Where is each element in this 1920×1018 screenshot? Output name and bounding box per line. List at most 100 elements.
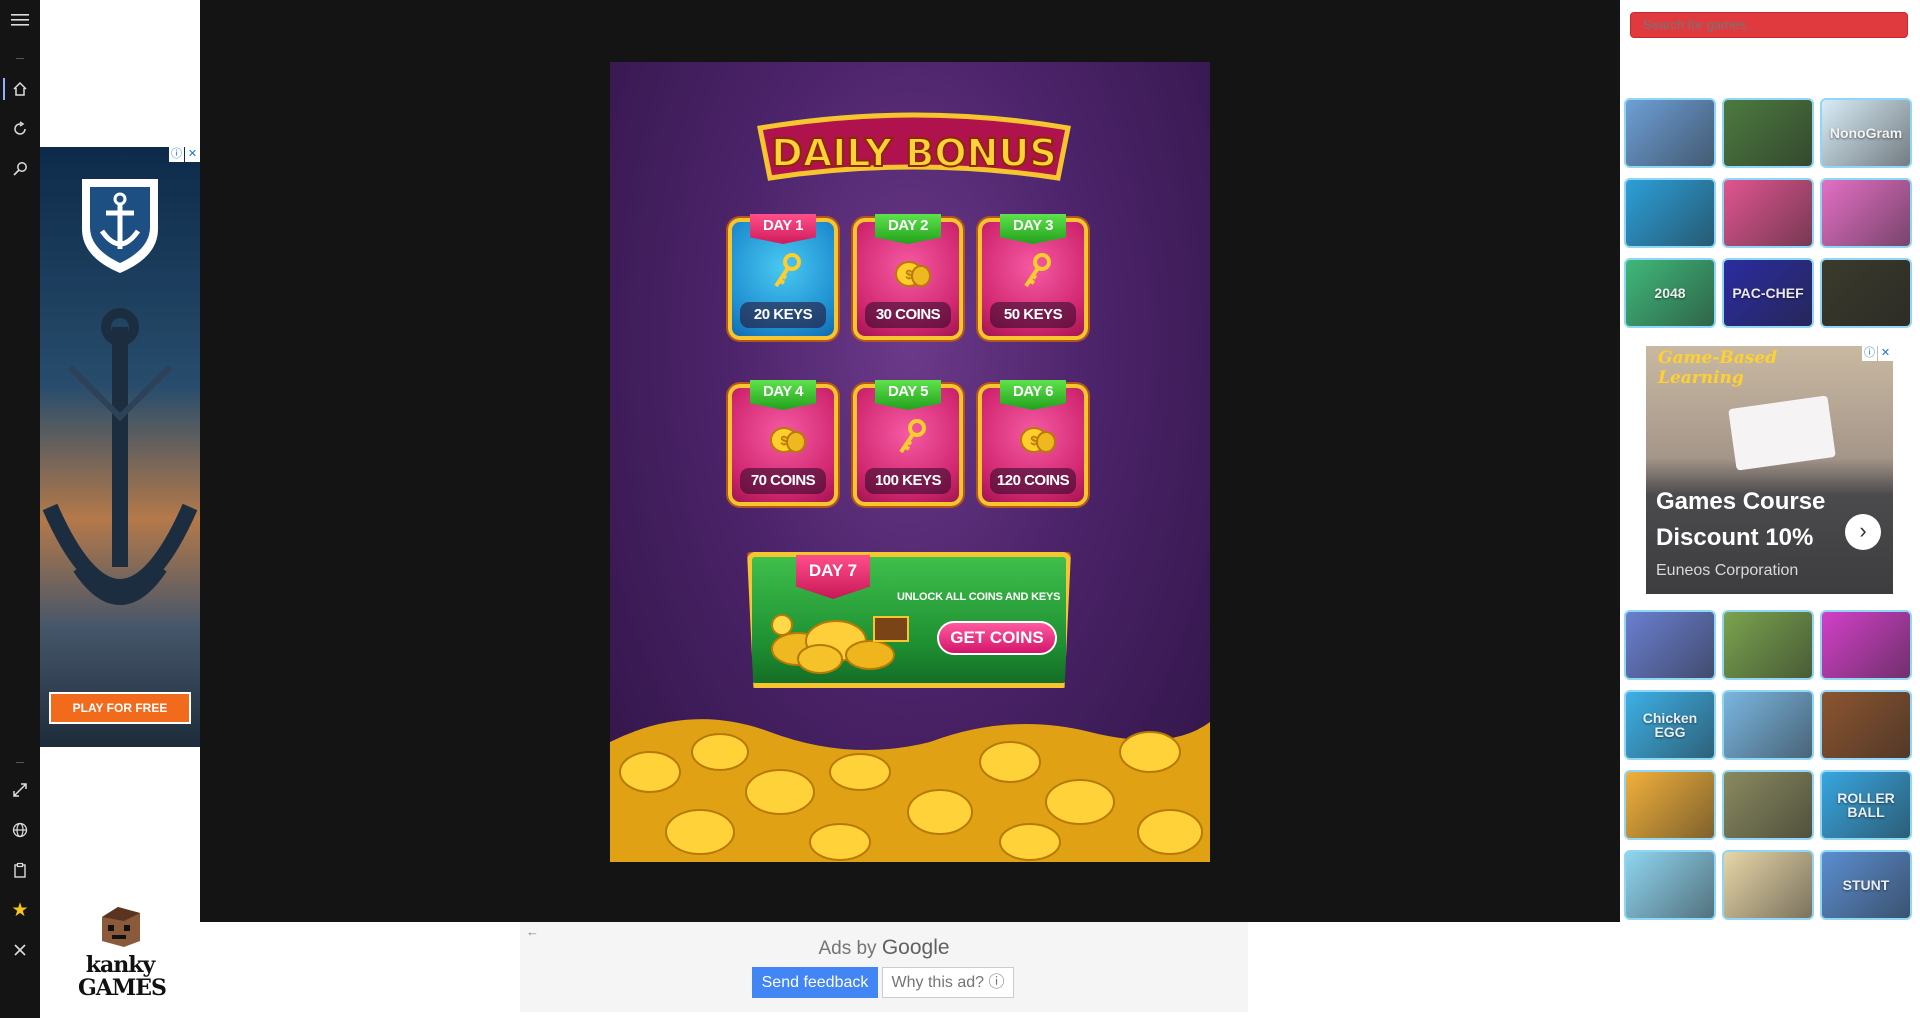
game-thumbnail[interactable] xyxy=(1624,610,1716,680)
search-icon[interactable] xyxy=(8,157,32,181)
game-thumbnail[interactable] xyxy=(1820,690,1912,760)
game-thumbnail-label xyxy=(1626,612,1714,678)
day7-ribbon: DAY 7 xyxy=(796,555,870,599)
refresh-icon[interactable] xyxy=(8,117,32,141)
star-icon[interactable]: ★ xyxy=(8,898,32,922)
coin-icon: $ xyxy=(770,427,806,453)
game-thumbnail-label: Chicken EGG xyxy=(1642,710,1698,740)
left-ad-banner[interactable]: ⓘ ✕ PLAY FOR FREE xyxy=(40,147,200,747)
ad-close-icon[interactable]: ✕ xyxy=(185,147,200,162)
game-thumbnail[interactable]: NonoGram xyxy=(1820,98,1912,168)
right-ad-banner[interactable]: ⓘ ✕ Game-Based Learning Games Course Dis… xyxy=(1646,346,1893,594)
chevron-right-icon[interactable]: › xyxy=(1845,514,1881,550)
game-thumbnail[interactable] xyxy=(1820,258,1912,328)
close-icon[interactable] xyxy=(8,938,32,962)
ad-close-icon[interactable]: ✕ xyxy=(1878,346,1893,361)
game-thumbnail-label xyxy=(1724,852,1812,918)
day-ribbon: DAY 4 xyxy=(750,380,816,410)
game-thumbnail[interactable] xyxy=(1722,98,1814,168)
day-prize-label: 20 KEYS xyxy=(740,302,826,328)
day-prize-label: 70 COINS xyxy=(740,468,826,494)
day-ribbon: DAY 6 xyxy=(1000,380,1066,410)
day-prize-label: 50 KEYS xyxy=(990,302,1076,328)
key-icon xyxy=(774,253,801,288)
day-card-2[interactable]: DAY 2 $30 COINS xyxy=(853,214,963,340)
active-indicator xyxy=(3,78,5,100)
game-thumbnail[interactable] xyxy=(1722,850,1814,920)
game-thumbnail-label xyxy=(1724,692,1812,758)
day7-unlock-text: UNLOCK ALL COINS AND KEYS xyxy=(897,591,1061,603)
shield-icon xyxy=(82,179,158,273)
svg-text:$: $ xyxy=(1030,433,1038,448)
rail-divider xyxy=(16,58,24,59)
ad-info-icon[interactable]: ⓘ xyxy=(1862,346,1877,361)
game-thumbnail-label: PAC-CHEF xyxy=(1732,285,1804,301)
game-thumbnail-label: 2048 xyxy=(1654,285,1686,301)
game-thumbnail[interactable] xyxy=(1722,610,1814,680)
day-card-1[interactable]: DAY 1 20 KEYS xyxy=(728,214,838,340)
game-thumbnail[interactable]: 2048 xyxy=(1624,258,1716,328)
game-thumbnail-label xyxy=(1822,692,1910,758)
game-thumbnail[interactable]: PAC-CHEF xyxy=(1722,258,1814,328)
game-thumbnail-label xyxy=(1822,612,1910,678)
clipboard-icon[interactable] xyxy=(8,858,32,882)
game-thumbnail-label xyxy=(1724,100,1812,166)
globe-icon[interactable] xyxy=(8,818,32,842)
logo-text-kanky: kanky xyxy=(85,952,156,978)
game-thumbnail[interactable] xyxy=(1722,770,1814,840)
home-icon[interactable] xyxy=(8,77,32,101)
game-thumbnail[interactable] xyxy=(1624,850,1716,920)
game-thumbnail[interactable] xyxy=(1624,770,1716,840)
why-this-ad-button[interactable]: Why this ad? ⓘ xyxy=(882,967,1014,998)
game-thumbnail-label: STUNT xyxy=(1842,877,1890,893)
game-canvas[interactable]: DAILY BONUS DAY 1 20 KEYS DAY 2 $30 COINS DA… xyxy=(610,62,1210,862)
day-card-3[interactable]: DAY 3 50 KEYS xyxy=(978,214,1088,340)
game-thumbnail[interactable] xyxy=(1722,690,1814,760)
svg-text:$: $ xyxy=(780,433,788,448)
game-thumbnail[interactable] xyxy=(1624,98,1716,168)
logo-mascot-icon xyxy=(102,907,140,947)
rail-divider-2 xyxy=(16,762,24,763)
fullscreen-icon[interactable] xyxy=(8,778,32,802)
game-thumbnail-label: ROLLER BALL xyxy=(1837,790,1895,820)
day7-card[interactable]: DAY 7 UNLOCK ALL COINS AND KEYS GET COIN… xyxy=(747,552,1071,688)
daily-bonus-title-text: DAILY BONUS xyxy=(771,131,1056,175)
ads-by-google-label: Ads by Google xyxy=(520,936,1248,960)
right-ad-tagline: Game-Based Learning xyxy=(1658,348,1778,388)
day-ribbon: DAY 1 xyxy=(750,214,816,244)
menu-icon[interactable] xyxy=(8,8,32,32)
daily-bonus-title: DAILY BONUS xyxy=(757,112,1071,181)
game-thumbnail-label xyxy=(1626,100,1714,166)
play-for-free-button[interactable]: PLAY FOR FREE xyxy=(49,692,191,724)
game-thumbnail-label xyxy=(1822,180,1910,246)
game-thumbnail[interactable]: Chicken EGG xyxy=(1624,690,1716,760)
get-coins-button[interactable]: GET COINS xyxy=(937,621,1057,655)
day-card-4[interactable]: DAY 4 $70 COINS xyxy=(728,380,838,506)
day-card-6[interactable]: DAY 6 $120 COINS xyxy=(978,380,1088,506)
right-ad-adchoices[interactable]: ⓘ ✕ xyxy=(1862,346,1893,361)
google-wordmark: Google xyxy=(881,936,950,959)
left-ad-adchoices[interactable]: ⓘ ✕ xyxy=(169,147,200,162)
day-prize-label: 100 KEYS xyxy=(865,468,951,494)
game-thumbnail[interactable] xyxy=(1820,610,1912,680)
game-thumbnail-label xyxy=(1626,772,1714,838)
game-thumbnail-label xyxy=(1724,612,1812,678)
day-ribbon: DAY 2 xyxy=(875,214,941,244)
kanky-games-logo[interactable]: kanky GAMES xyxy=(78,905,167,1000)
send-feedback-button[interactable]: Send feedback xyxy=(752,967,878,998)
game-thumbnail[interactable] xyxy=(1624,178,1716,248)
coin-pile-decoration xyxy=(610,719,1210,862)
ad-info-icon[interactable]: ⓘ xyxy=(169,147,184,162)
day-ribbon: DAY 3 xyxy=(1000,214,1066,244)
game-thumbnail[interactable] xyxy=(1820,178,1912,248)
game-thumbnail[interactable]: ROLLER BALL xyxy=(1820,770,1912,840)
day-ribbon: DAY 5 xyxy=(875,380,941,410)
search-input[interactable] xyxy=(1630,12,1908,38)
anchor-illustration xyxy=(42,308,198,605)
day-prize-label: 30 COINS xyxy=(865,302,951,328)
day-card-5[interactable]: DAY 5 100 KEYS xyxy=(853,380,963,506)
game-thumbnail[interactable] xyxy=(1722,178,1814,248)
game-thumbnail[interactable]: STUNT xyxy=(1820,850,1912,920)
google-ad-feedback-panel: ← Ads by Google Send feedback Why this a… xyxy=(520,922,1248,1012)
day-prize-label: 120 COINS xyxy=(990,468,1076,494)
